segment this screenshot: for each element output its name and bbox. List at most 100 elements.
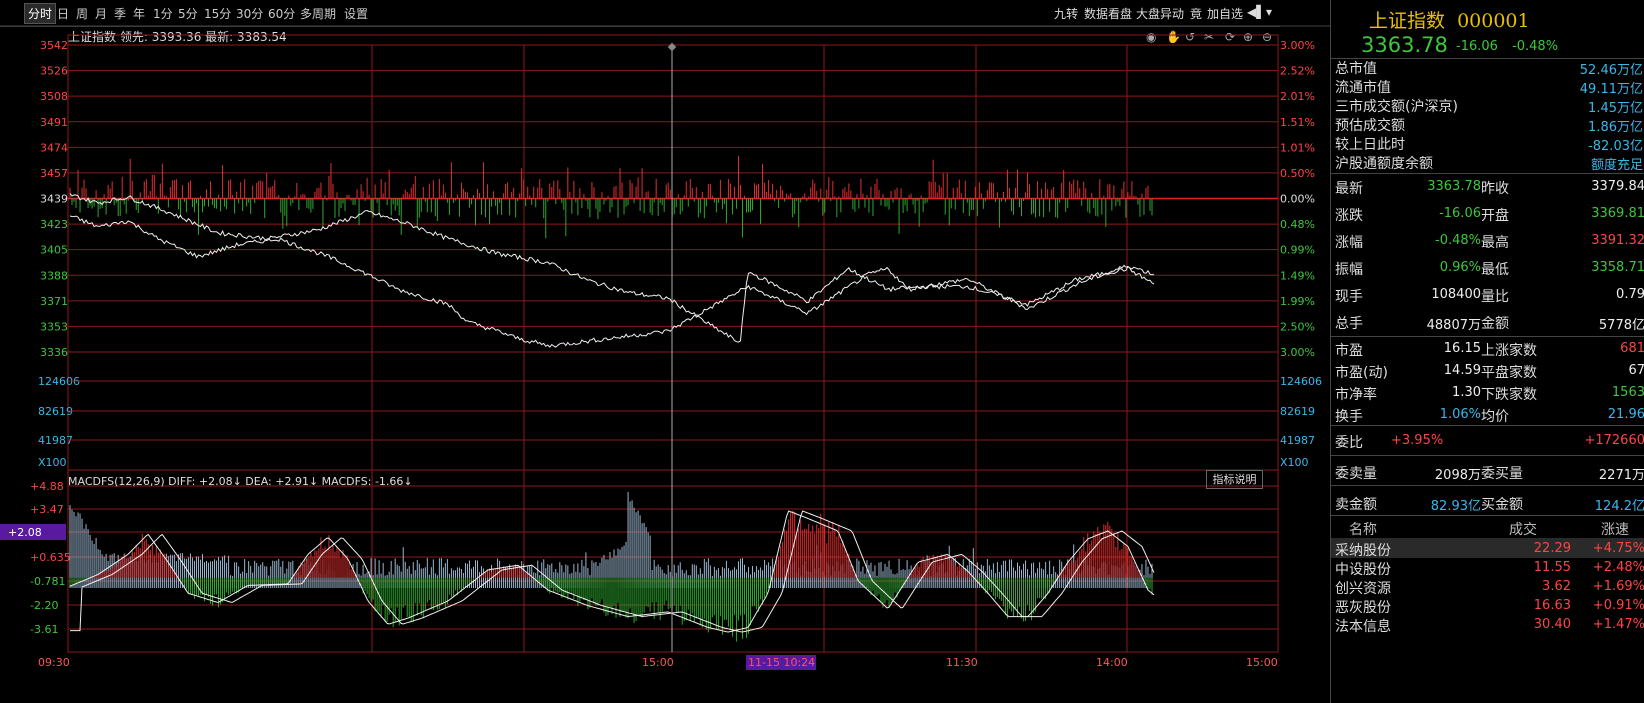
y-tick-label-right: 1.01% [1280,141,1315,154]
list-stock-price: 30.40 [1533,617,1571,632]
divider [1331,336,1644,337]
sell-vol-label: 委卖量 [1335,466,1377,482]
list-stock-price: 22.29 [1533,541,1571,556]
quote-value: 5778亿 [1598,318,1644,333]
macd-legend: MACDFS(12,26,9) DIFF: +2.08↓ DEA: +2.91↓… [68,475,413,488]
y-tick-label: 3423 [40,218,68,231]
valuation-label: 市净率 [1335,387,1377,403]
quote-value: 3369.81 [1591,206,1644,221]
valuation-value: 1.06% [1439,407,1481,422]
x-tick-label: 14:00 [1096,656,1128,669]
stat-value: 额度充足 [1590,158,1643,173]
buy-amt: 124.2亿 [1594,499,1644,514]
stock-name: 上证指数 [1369,10,1446,32]
buy-vol-label: 委买量 [1481,466,1523,482]
list-stock-name[interactable]: 创兴资源 [1335,578,1391,598]
y-tick-label: 3526 [40,65,68,78]
x-tick-label: 11:30 [946,656,978,669]
quote-label: 涨跌 [1335,208,1363,224]
weibi-label: 委比 [1335,435,1363,451]
y-tick-label-right: 1.51% [1280,116,1315,129]
quote-panel: 上证指数 000001 3363.78 -16.06 -0.48% 总市值 52.… [1330,0,1644,703]
valuation-label: 上涨家数 [1481,343,1537,359]
valuation-label: 下跌家数 [1481,387,1537,403]
x-tick-label: 15:00 [642,656,674,669]
macd-tick-label: +3.47 [30,503,64,516]
list-stock-name[interactable]: 采纳股份 [1335,540,1391,560]
quote-label: 总手 [1335,316,1363,332]
sell-amt: 82.93亿 [1430,499,1481,514]
macd-tick-label: -0.781 [30,575,65,588]
stat-value: 52.46万亿 [1579,63,1643,78]
y-tick-label-right: 0.00% [1280,193,1315,206]
macd-tick-label: +4.88 [30,480,64,493]
y-tick-label: 3336 [40,346,68,359]
volume-tick-label-right: 41987 [1280,434,1315,447]
divider [1331,485,1644,486]
list-stock-speed: +4.75% [1592,541,1644,556]
quote-value: 48807万 [1426,318,1481,333]
col-speed[interactable]: 涨速 [1601,519,1629,539]
valuation-label: 平盘家数 [1481,365,1537,381]
valuation-value: 14.59 [1443,363,1481,378]
y-tick-label-right: 0.48% [1280,218,1315,231]
valuation-label: 均价 [1481,409,1509,425]
stat-label: 较上日此时 [1335,137,1405,153]
divider [1331,173,1644,174]
y-tick-label: 3491 [40,116,68,129]
quote-value: -0.48% [1435,233,1481,248]
list-stock-name[interactable]: 中设股份 [1335,559,1391,579]
valuation-value: 681 [1620,341,1644,356]
quote-label: 最新 [1335,181,1363,197]
y-tick-label: 3439 [40,193,68,206]
stat-value: 1.45万亿 [1588,101,1643,116]
y-tick-label-right: 0.99% [1280,244,1315,257]
change-value: -16.06 [1456,39,1498,54]
weibi-value: +3.95% [1391,433,1444,448]
quote-label: 量比 [1481,289,1509,305]
y-tick-label-right: 1.49% [1280,269,1315,282]
quote-label: 金额 [1481,316,1509,332]
intraday-chart[interactable]: 3542 3.00% 3526 2.52% 3508 2.01% 3491 1.51% 3474… [0,0,1330,703]
volume-tick-label: 41987 [38,434,73,447]
quote-label: 涨幅 [1335,235,1363,251]
y-tick-label: 3371 [40,295,68,308]
list-stock-name[interactable]: 恶灰股份 [1335,597,1391,617]
stock-code: 000001 [1457,10,1530,32]
indicator-help-button[interactable]: 指标说明 [1206,470,1263,489]
y-tick-label-right: 2.01% [1280,90,1315,103]
col-price: 成交 [1509,522,1537,538]
volume-tick-label: 82619 [38,405,73,418]
stat-label: 总市值 [1335,61,1377,77]
valuation-value: 1563 [1611,385,1644,400]
valuation-value: 16.15 [1443,341,1481,356]
list-stock-speed: +0.91% [1592,598,1644,613]
y-tick-label-right: 0.50% [1280,167,1315,180]
y-tick-label-right: 3.00% [1280,39,1315,52]
macd-tick-label: -2.20 [30,599,58,612]
sell-amt-label: 卖金额 [1335,497,1377,513]
quote-value: 3358.71 [1591,260,1644,275]
quote-value: 0.96% [1439,260,1481,275]
crosshair-marker [667,42,677,52]
quote-label: 最高 [1481,235,1509,251]
stat-value: -82.03亿 [1588,139,1643,154]
list-stock-name[interactable]: 法本信息 [1335,616,1391,636]
list-stock-speed: +2.48% [1592,560,1644,575]
quote-label: 现手 [1335,289,1363,305]
volume-tick-label-right: X100 [1280,456,1309,469]
list-stock-speed: +1.47% [1592,617,1644,632]
quote-value: 3363.78 [1427,179,1481,194]
quote-value: 3391.32 [1591,233,1644,248]
list-stock-price: 11.55 [1533,560,1571,575]
x-tick-label: 11-15 10:24 [748,656,815,669]
y-tick-label-right: 2.50% [1280,320,1315,333]
volume-tick-label: X100 [38,456,67,469]
price-line [69,193,1155,343]
quote-value: 108400 [1431,287,1481,302]
y-tick-label-right: 2.52% [1280,65,1315,78]
chart-frame [67,34,1279,653]
buy-amt-label: 买金额 [1481,497,1523,513]
y-tick-label-right: 1.99% [1280,295,1315,308]
divider [1331,455,1644,456]
